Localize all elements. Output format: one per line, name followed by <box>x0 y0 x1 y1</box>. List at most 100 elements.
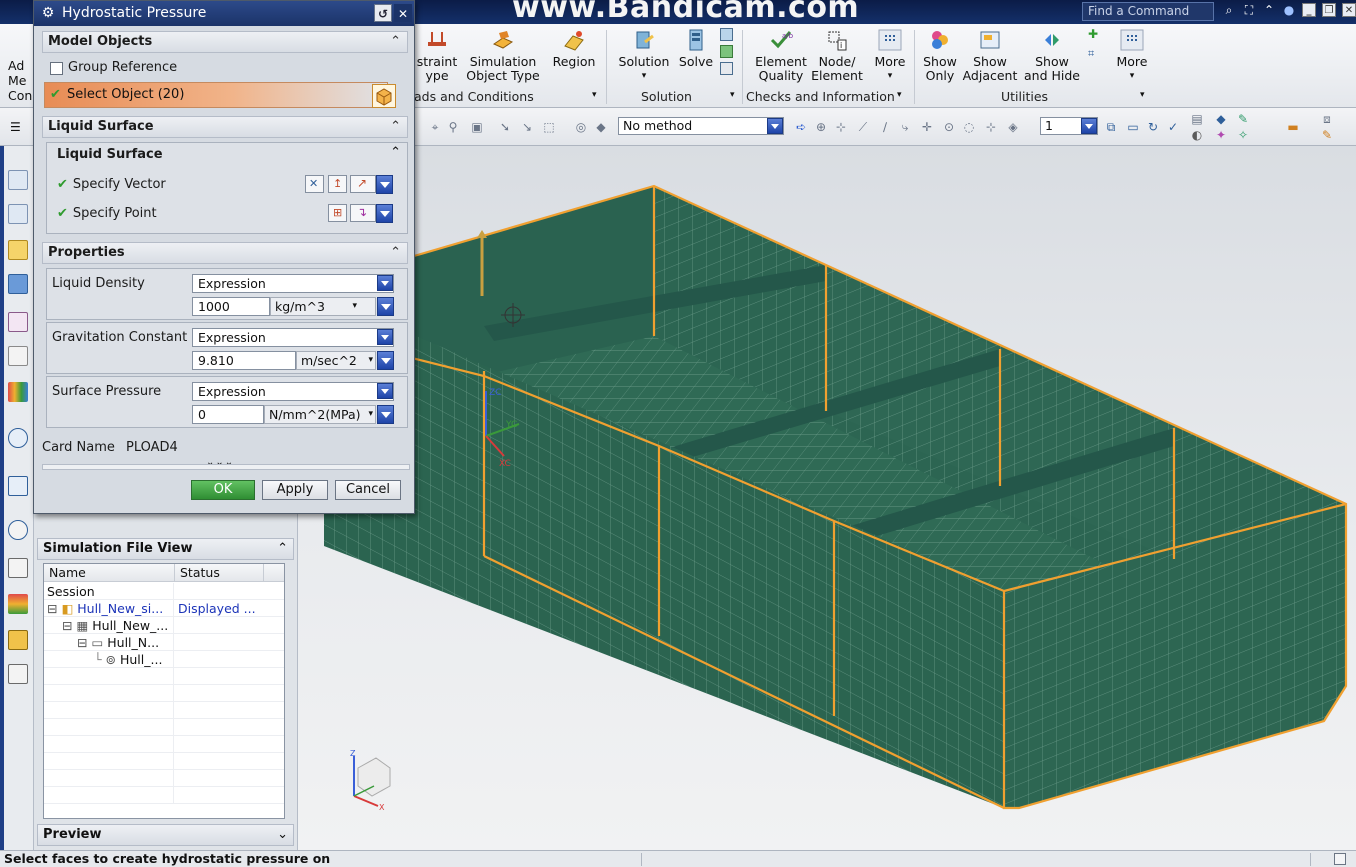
vector-dropdown-icon[interactable] <box>376 175 393 194</box>
chevron-up-icon[interactable]: ⌃ <box>1262 3 1276 17</box>
method-select[interactable]: No method <box>618 117 784 135</box>
select-object-row[interactable]: ✔ Select Object (20) <box>44 82 388 108</box>
shade-icon[interactable]: ◐ <box>1190 128 1204 142</box>
solution-button[interactable]: Solution ▾ <box>614 28 674 83</box>
lasso-icon[interactable]: ⬚ <box>542 120 556 134</box>
region-button[interactable]: Region <box>549 28 599 69</box>
curve-icon[interactable]: ⤷ <box>898 120 912 134</box>
simulation-file-view-header[interactable]: Simulation File View ⌃ <box>37 538 294 560</box>
chevron-down-icon[interactable]: ⌄ <box>277 825 288 845</box>
list-icon[interactable] <box>8 558 28 578</box>
model-objects-header[interactable]: Model Objects ⌃ <box>42 31 408 53</box>
line-icon[interactable]: ⟋ <box>856 120 870 134</box>
assembly-navigator-icon[interactable] <box>8 170 28 190</box>
constraint-navigator-icon[interactable] <box>8 240 28 260</box>
specify-point-row[interactable]: ✔ Specify Point <box>57 206 157 221</box>
color-palette-icon[interactable] <box>8 594 28 614</box>
chevron-up-icon[interactable]: ⌃ <box>390 32 401 52</box>
surface-pressure-unit-select[interactable]: N/mm^2(MPa) ▾ <box>264 405 376 424</box>
chevron-down-icon[interactable]: ▾ <box>368 406 373 423</box>
solve-button[interactable]: Solve <box>675 28 717 69</box>
refresh-icon[interactable]: ↻ <box>1146 120 1160 134</box>
gear-icon[interactable]: ⚙ <box>40 5 56 21</box>
gravitation-input[interactable]: 9.810 <box>192 351 296 370</box>
show-only-button[interactable]: Show Only <box>918 28 962 83</box>
light-icon[interactable]: ✧ <box>1236 128 1250 142</box>
reverse-direction-icon[interactable]: ✕ <box>305 175 324 193</box>
restore-button[interactable]: ❐ <box>1322 3 1336 17</box>
chevron-down-icon[interactable] <box>767 118 783 134</box>
find-command-input[interactable]: Find a Command <box>1082 2 1214 21</box>
chevron-up-icon[interactable]: ⌃ <box>390 243 401 263</box>
surface-pressure-mode-select[interactable]: Expression <box>192 382 394 401</box>
arrow-icon[interactable]: ↘ <box>520 120 534 134</box>
chevron-down-icon[interactable] <box>377 275 393 291</box>
tree-row[interactable]: Session <box>44 583 284 600</box>
part-navigator-icon[interactable] <box>8 204 28 224</box>
snap-mid-icon[interactable]: ⊹ <box>834 120 848 134</box>
face-selection-icon[interactable] <box>372 84 396 108</box>
group-reference-checkbox[interactable] <box>50 62 63 75</box>
palette-icon[interactable] <box>8 476 28 496</box>
vector-dialog-icon[interactable]: ↥ <box>328 175 347 193</box>
tree-row[interactable]: ⊟ ◧ Hull_New_si... Displayed ... <box>44 600 284 617</box>
liquid-density-menu-icon[interactable] <box>377 297 394 316</box>
collapse-icon[interactable]: ⊟ <box>77 635 87 650</box>
gravitation-mode-select[interactable]: Expression <box>192 328 394 347</box>
chevron-down-icon[interactable]: ▾ <box>352 298 357 315</box>
view-icon[interactable]: ⧉ <box>1104 120 1118 134</box>
clip-icon[interactable]: ⧈ <box>1320 112 1334 126</box>
gravitation-menu-icon[interactable] <box>377 351 394 370</box>
add-icon[interactable]: ✚ <box>1088 28 1101 41</box>
rotate-icon[interactable]: ◎ <box>574 120 588 134</box>
layer-select[interactable]: 1 <box>1040 117 1098 135</box>
group-dropdown-icon[interactable]: ▾ <box>897 90 902 100</box>
status-menu-icon[interactable] <box>1334 853 1346 865</box>
liquid-surface-header[interactable]: Liquid Surface ⌃ <box>42 116 408 138</box>
chevron-down-icon[interactable] <box>377 383 393 399</box>
point-dialog-icon[interactable]: ⊞ <box>328 204 347 222</box>
group-dropdown-icon[interactable]: ▾ <box>730 90 735 100</box>
chevron-up-icon[interactable]: ⌃ <box>277 539 288 559</box>
liquid-density-input[interactable]: 1000 <box>192 297 270 316</box>
window-icon[interactable]: ▭ <box>1126 120 1140 134</box>
preview-header[interactable]: Preview ⌄ <box>37 824 294 846</box>
close-button[interactable]: ✕ <box>394 4 412 22</box>
list-icon[interactable] <box>720 62 733 75</box>
point-icon[interactable]: ⊹ <box>984 120 998 134</box>
point-type-icon[interactable]: ↴ <box>350 204 376 222</box>
color-icon[interactable]: ✦ <box>1214 128 1228 142</box>
chevron-up-icon[interactable]: ⌃ <box>390 145 401 160</box>
measure-icon[interactable]: ✓ <box>1166 120 1180 134</box>
constraint-type-button[interactable]: straint ype <box>412 28 462 83</box>
menu-icon[interactable]: ☰ <box>10 120 21 134</box>
cube-icon[interactable]: ◆ <box>594 120 608 134</box>
users-icon[interactable] <box>8 630 28 650</box>
specify-vector-row[interactable]: ✔ Specify Vector <box>57 177 166 192</box>
show-and-hide-button[interactable]: Show and Hide <box>1021 28 1083 83</box>
ok-button[interactable]: OK <box>191 480 255 500</box>
face-icon[interactable]: ◈ <box>1006 120 1020 134</box>
minimize-button[interactable]: _ <box>1302 3 1316 17</box>
grid-icon[interactable] <box>720 45 733 58</box>
reuse-library-icon[interactable] <box>8 312 28 332</box>
element-quality-button[interactable]: a/b Element Quality <box>752 28 810 83</box>
liquid-density-unit-select[interactable]: kg/m^3 ▾ <box>270 297 376 316</box>
apply-button[interactable]: Apply <box>262 480 328 500</box>
filter-icon[interactable]: ⚲ <box>446 120 460 134</box>
intersection-icon[interactable]: ✛ <box>920 120 934 134</box>
simulation-tree[interactable]: Name Status Session ⊟ ◧ Hull_New_si... D… <box>43 563 285 819</box>
chevron-up-icon[interactable]: ⌃ <box>390 117 401 137</box>
sim-navigator-icon[interactable] <box>8 274 28 294</box>
chevron-down-icon[interactable] <box>1081 118 1097 134</box>
cancel-button[interactable]: Cancel <box>335 480 401 500</box>
surface-pressure-menu-icon[interactable] <box>377 405 394 424</box>
search-icon[interactable]: ⌕ <box>1222 3 1236 17</box>
highlight-icon[interactable]: ✎ <box>1320 128 1334 142</box>
slash-icon[interactable]: ∕ <box>878 120 892 134</box>
select-box-icon[interactable]: ▣ <box>470 120 484 134</box>
clock-icon[interactable] <box>8 520 28 540</box>
tool-icon[interactable]: ✎ <box>1236 112 1250 126</box>
show-adjacent-button[interactable]: Show Adjacent <box>962 28 1018 83</box>
surface-pressure-input[interactable]: 0 <box>192 405 264 424</box>
